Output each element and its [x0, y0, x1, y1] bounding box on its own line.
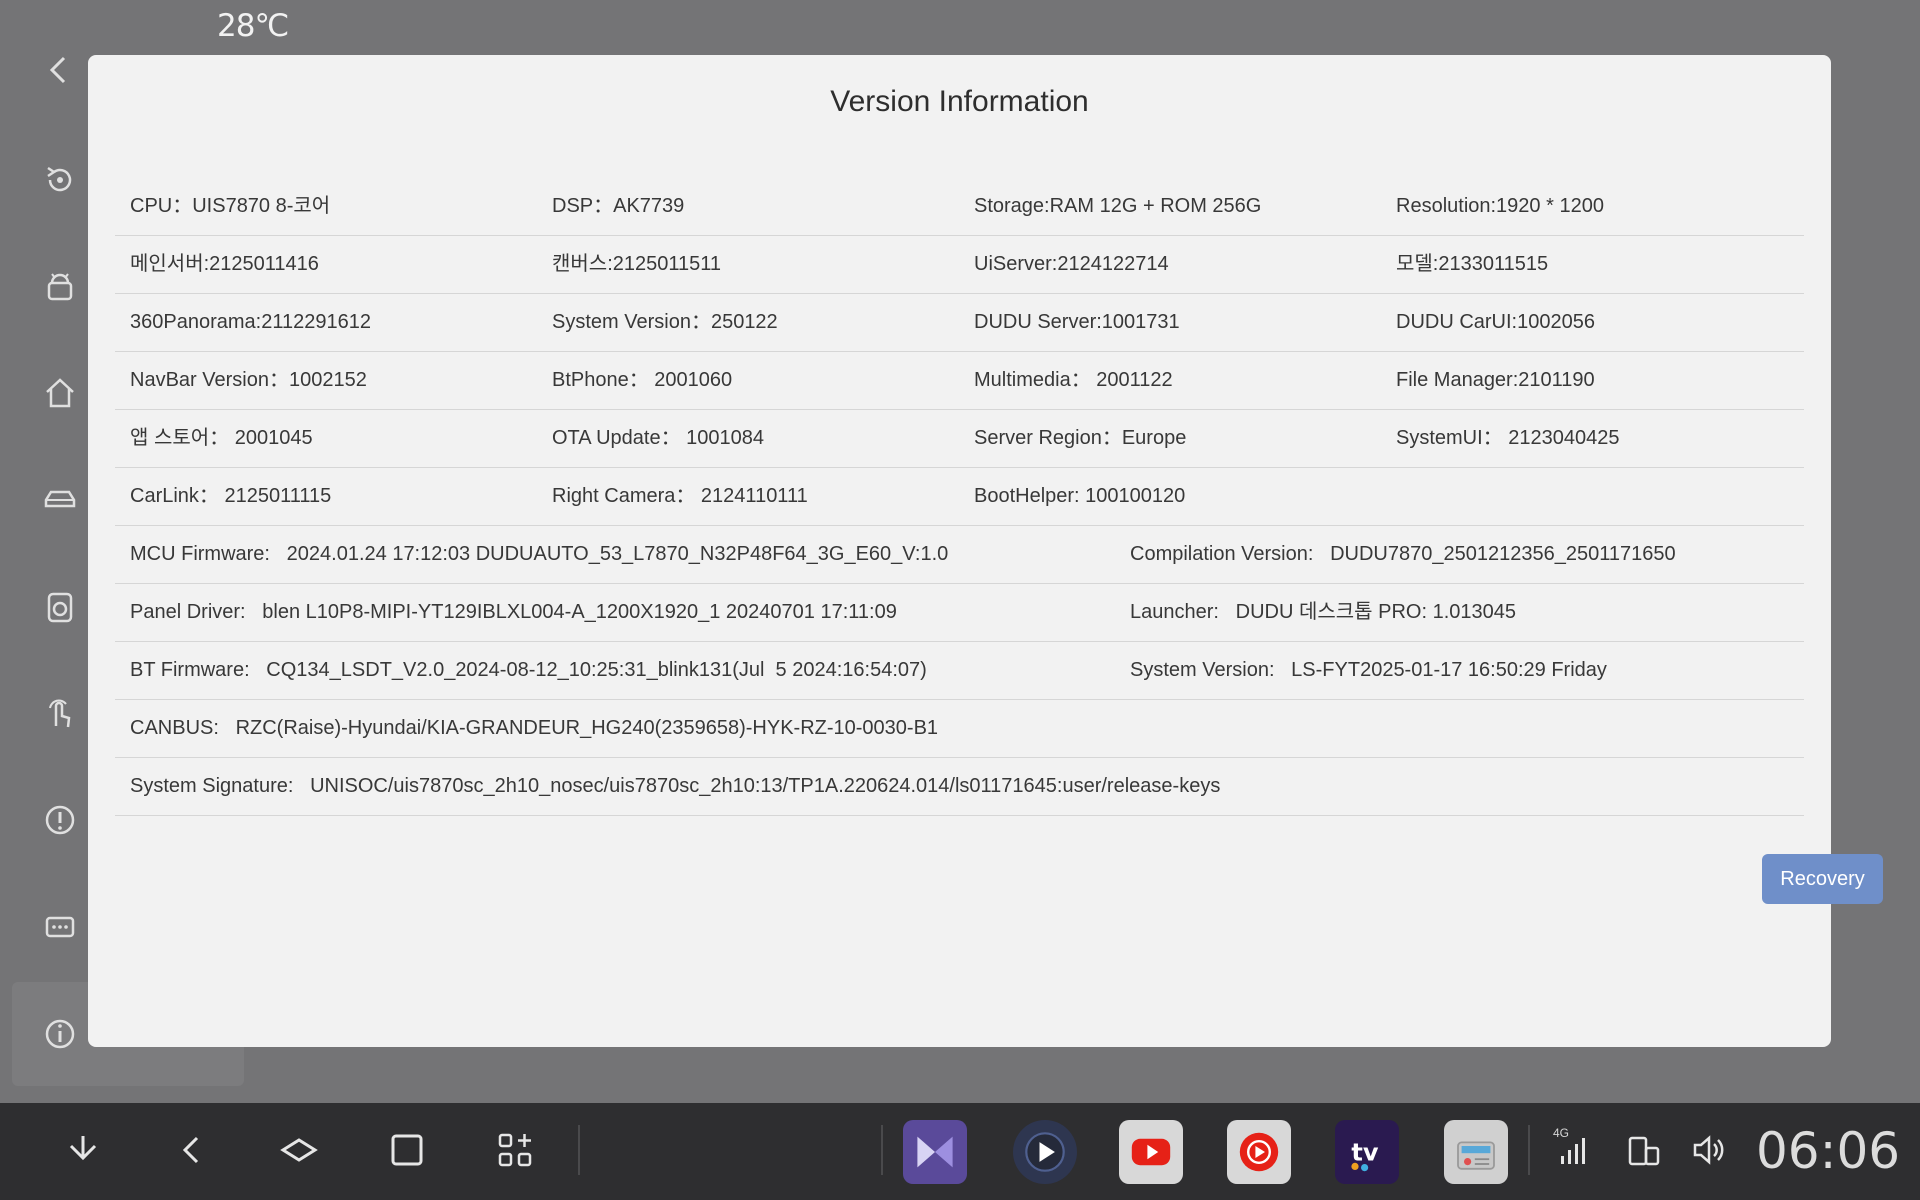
car-icon[interactable]: [40, 480, 80, 520]
version-row: 360Panorama:2112291612 System Version：25…: [115, 294, 1804, 352]
clock: 06:06: [1756, 1122, 1901, 1180]
version-row: 메인서버:2125011416 캔버스:2125011511 UiServer:…: [115, 236, 1804, 294]
version-cell: Launcher: DUDU 데스크톱 PRO: 1.013045: [1130, 601, 1516, 623]
version-cell: Storage:RAM 12G + ROM 256G: [974, 195, 1262, 217]
home-icon[interactable]: [40, 373, 80, 413]
version-cell: BtPhone： 2001060: [552, 369, 733, 391]
phone-connection-icon[interactable]: [1622, 1128, 1666, 1172]
radio-app-icon[interactable]: [1444, 1120, 1508, 1184]
version-row: MCU Firmware: 2024.01.24 17:12:03 DUDUAU…: [115, 526, 1804, 584]
version-cell: Resolution:1920 * 1200: [1396, 195, 1604, 217]
media-play-app-icon[interactable]: [1013, 1120, 1077, 1184]
chevron-down-icon[interactable]: [61, 1128, 105, 1172]
version-row: NavBar Version：1002152 BtPhone： 2001060 …: [115, 352, 1804, 410]
version-cell: System Signature: UNISOC/uis7870sc_2h10_…: [130, 775, 1221, 797]
rotate-icon[interactable]: [40, 160, 80, 200]
youtube-music-app-icon[interactable]: [1227, 1120, 1291, 1184]
version-table: CPU：UIS7870 8-코어 DSP：AK7739 Storage:RAM …: [115, 178, 1804, 816]
hd-tv-app-icon[interactable]: tv: [1335, 1120, 1399, 1184]
nav-back-icon[interactable]: [170, 1128, 214, 1172]
recent-apps-icon[interactable]: [385, 1128, 429, 1172]
info-icon[interactable]: [40, 1014, 80, 1054]
version-cell: 앱 스토어： 2001045: [130, 427, 313, 449]
version-cell: MCU Firmware: 2024.01.24 17:12:03 DUDUAU…: [130, 543, 949, 565]
version-cell: DUDU Server:1001731: [974, 311, 1180, 333]
version-cell: Multimedia： 2001122: [974, 369, 1173, 391]
temperature-readout: 28℃: [217, 8, 289, 44]
warning-icon[interactable]: [40, 800, 80, 840]
touch-gesture-icon[interactable]: [40, 694, 80, 734]
version-row: System Signature: UNISOC/uis7870sc_2h10_…: [115, 758, 1804, 816]
version-cell: BootHelper: 100100120: [974, 485, 1186, 507]
version-cell: System Version：250122: [552, 311, 778, 333]
dialog-title: Version Information: [830, 85, 1089, 118]
version-row: Panel Driver: blen L10P8-MIPI-YT129IBLXL…: [115, 584, 1804, 642]
version-cell: BT Firmware: CQ134_LSDT_V2.0_2024-08-12_…: [130, 659, 927, 681]
volume-icon[interactable]: [1687, 1128, 1731, 1172]
taskbar-divider: [578, 1125, 580, 1175]
version-cell: 캔버스:2125011511: [552, 253, 722, 275]
version-cell: CPU：UIS7870 8-코어: [130, 195, 331, 217]
version-cell: Panel Driver: blen L10P8-MIPI-YT129IBLXL…: [130, 601, 897, 623]
video-player-app-icon[interactable]: [903, 1120, 967, 1184]
version-cell: OTA Update： 1001084: [552, 427, 764, 449]
version-cell: Right Camera： 2124110111: [552, 485, 808, 507]
svg-text:tv: tv: [1351, 1138, 1378, 1166]
version-cell: CarLink： 2125011115: [130, 485, 332, 507]
version-cell: Server Region：Europe: [974, 427, 1187, 449]
version-row: CarLink： 2125011115 Right Camera： 212411…: [115, 468, 1804, 526]
version-cell: Compilation Version: DUDU7870_2501212356…: [1130, 543, 1676, 565]
version-cell: NavBar Version：1002152: [130, 369, 367, 391]
version-row: 앱 스토어： 2001045 OTA Update： 1001084 Serve…: [115, 410, 1804, 468]
version-cell: CANBUS: RZC(Raise)-Hyundai/KIA-GRANDEUR_…: [130, 717, 939, 739]
version-cell: 메인서버:2125011416: [130, 253, 319, 275]
back-arrow-icon[interactable]: [40, 50, 80, 90]
more-options-icon[interactable]: [40, 907, 80, 947]
android-icon[interactable]: [40, 267, 80, 307]
version-cell: DSP：AK7739: [552, 195, 685, 217]
signal-strength-icon: [1553, 1128, 1597, 1172]
recovery-button[interactable]: Recovery: [1762, 854, 1883, 904]
version-row: BT Firmware: CQ134_LSDT_V2.0_2024-08-12_…: [115, 642, 1804, 700]
version-row: CPU：UIS7870 8-코어 DSP：AK7739 Storage:RAM …: [115, 178, 1804, 236]
version-cell: SystemUI： 2123040425: [1396, 427, 1620, 449]
version-cell: 360Panorama:2112291612: [130, 311, 371, 333]
version-cell: UiServer:2124122714: [974, 253, 1169, 275]
version-cell: System Version: LS-FYT2025-01-17 16:50:2…: [1130, 659, 1607, 681]
version-row: CANBUS: RZC(Raise)-Hyundai/KIA-GRANDEUR_…: [115, 700, 1804, 758]
version-cell: DUDU CarUI:1002056: [1396, 311, 1595, 333]
version-cell: 모델:2133011515: [1396, 253, 1549, 275]
nav-home-icon[interactable]: [277, 1128, 321, 1172]
taskbar-divider: [1528, 1125, 1530, 1175]
youtube-app-icon[interactable]: [1119, 1120, 1183, 1184]
app-grid-icon[interactable]: [493, 1128, 537, 1172]
version-cell: File Manager:2101190: [1396, 369, 1595, 391]
taskbar-divider: [881, 1125, 883, 1175]
version-information-dialog: Version Information CPU：UIS7870 8-코어 DSP…: [88, 55, 1883, 1047]
camera-icon[interactable]: [40, 587, 80, 627]
